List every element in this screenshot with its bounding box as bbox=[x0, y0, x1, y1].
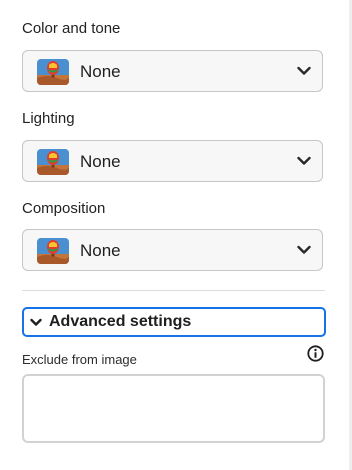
color-tone-value: None bbox=[80, 62, 121, 81]
composition-value: None bbox=[80, 241, 121, 260]
chevron-down-icon bbox=[297, 156, 311, 165]
info-icon[interactable] bbox=[307, 345, 324, 362]
exclude-textarea[interactable] bbox=[22, 374, 325, 443]
lighting-label: Lighting bbox=[22, 110, 75, 127]
composition-label: Composition bbox=[22, 200, 106, 217]
advanced-settings-label: Advanced settings bbox=[49, 313, 192, 330]
chevron-down-icon bbox=[30, 318, 42, 326]
composition-dropdown[interactable]: None bbox=[22, 229, 323, 271]
hot-air-balloon-thumbnail-icon bbox=[37, 59, 69, 85]
advanced-settings-toggle[interactable]: Advanced settings bbox=[22, 307, 326, 337]
divider bbox=[22, 290, 325, 291]
hot-air-balloon-thumbnail-icon bbox=[37, 149, 69, 175]
chevron-down-icon bbox=[297, 245, 311, 254]
color-tone-label: Color and tone bbox=[22, 20, 121, 37]
hot-air-balloon-thumbnail-icon bbox=[37, 238, 69, 264]
exclude-label: Exclude from image bbox=[22, 352, 137, 367]
chevron-down-icon bbox=[297, 66, 311, 75]
lighting-dropdown[interactable]: None bbox=[22, 140, 323, 182]
lighting-value: None bbox=[80, 152, 121, 171]
color-tone-dropdown[interactable]: None bbox=[22, 50, 323, 92]
